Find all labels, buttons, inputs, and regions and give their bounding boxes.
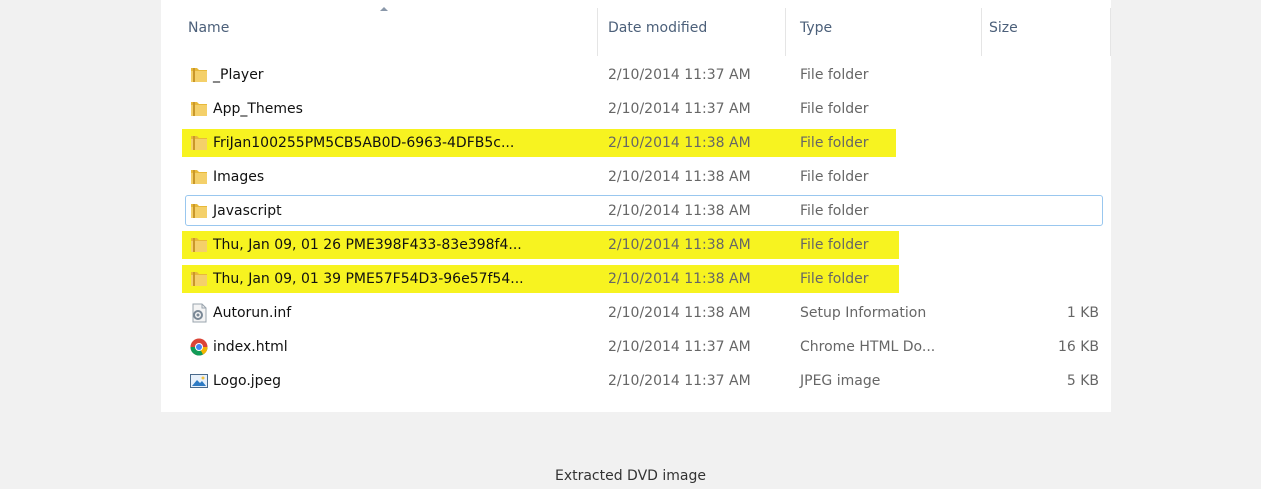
- file-name: Logo.jpeg: [213, 373, 282, 389]
- file-date: 2/10/2014 11:37 AM: [608, 339, 751, 355]
- settings-file-icon: [189, 303, 209, 323]
- folder-icon: [189, 133, 209, 153]
- file-date: 2/10/2014 11:37 AM: [608, 101, 751, 117]
- file-row-autorun[interactable]: Autorun.inf 2/10/2014 11:38 AM Setup Inf…: [161, 296, 1111, 330]
- column-divider[interactable]: [785, 8, 786, 56]
- file-type: Setup Information: [800, 305, 927, 321]
- sort-ascending-icon: [380, 7, 388, 11]
- file-name: index.html: [213, 339, 288, 355]
- file-type: Chrome HTML Do...: [800, 339, 936, 355]
- folder-icon: [189, 99, 209, 119]
- column-header-row: Name Date modified Type Size: [161, 0, 1111, 56]
- folder-icon: [189, 201, 209, 221]
- folder-icon: [189, 269, 209, 289]
- file-type: File folder: [800, 237, 869, 253]
- file-type: File folder: [800, 169, 869, 185]
- file-row-javascript[interactable]: Javascript 2/10/2014 11:38 AM File folde…: [161, 194, 1111, 228]
- file-date: 2/10/2014 11:38 AM: [608, 135, 751, 151]
- file-name: FriJan100255PM5CB5AB0D-6963-4DFB5c...: [213, 135, 515, 151]
- file-date: 2/10/2014 11:38 AM: [608, 203, 751, 219]
- file-row-thu-jan-0139[interactable]: Thu, Jan 09, 01 39 PME57F54D3-96e57f54..…: [161, 262, 1111, 296]
- file-name: Javascript: [213, 203, 282, 219]
- file-list-panel: Name Date modified Type Size _Player 2/1…: [161, 0, 1111, 412]
- column-divider[interactable]: [597, 8, 598, 56]
- image-file-icon: [189, 371, 209, 391]
- file-name: _Player: [213, 67, 264, 83]
- file-size: 5 KB: [1066, 373, 1099, 389]
- file-row-frijan[interactable]: FriJan100255PM5CB5AB0D-6963-4DFB5c... 2/…: [161, 126, 1111, 160]
- file-type: File folder: [800, 67, 869, 83]
- file-name: Images: [213, 169, 265, 185]
- column-header-name[interactable]: Name: [188, 20, 229, 36]
- file-row-index-html[interactable]: index.html 2/10/2014 11:37 AM Chrome HTM…: [161, 330, 1111, 364]
- file-row-logo-jpeg[interactable]: Logo.jpeg 2/10/2014 11:37 AM JPEG image …: [161, 364, 1111, 398]
- file-name: Thu, Jan 09, 01 26 PME398F433-83e398f4..…: [213, 237, 522, 253]
- folder-icon: [189, 235, 209, 255]
- file-date: 2/10/2014 11:37 AM: [608, 373, 751, 389]
- file-date: 2/10/2014 11:38 AM: [608, 169, 751, 185]
- file-name: Thu, Jan 09, 01 39 PME57F54D3-96e57f54..…: [213, 271, 524, 287]
- file-type: JPEG image: [800, 373, 881, 389]
- column-header-date-modified[interactable]: Date modified: [608, 20, 707, 36]
- chrome-icon: [189, 337, 209, 357]
- file-row-player[interactable]: _Player 2/10/2014 11:37 AM File folder: [161, 58, 1111, 92]
- column-header-size[interactable]: Size: [989, 20, 1018, 36]
- file-type: File folder: [800, 271, 869, 287]
- file-date: 2/10/2014 11:38 AM: [608, 237, 751, 253]
- file-date: 2/10/2014 11:38 AM: [608, 271, 751, 287]
- column-header-type[interactable]: Type: [800, 20, 832, 36]
- file-row-thu-jan-0126[interactable]: Thu, Jan 09, 01 26 PME398F433-83e398f4..…: [161, 228, 1111, 262]
- file-date: 2/10/2014 11:37 AM: [608, 67, 751, 83]
- file-date: 2/10/2014 11:38 AM: [608, 305, 751, 321]
- file-type: File folder: [800, 101, 869, 117]
- file-type: File folder: [800, 135, 869, 151]
- file-row-app-themes[interactable]: App_Themes 2/10/2014 11:37 AM File folde…: [161, 92, 1111, 126]
- file-name: App_Themes: [213, 101, 303, 117]
- file-size: 1 KB: [1066, 305, 1099, 321]
- folder-icon: [189, 65, 209, 85]
- image-caption: Extracted DVD image: [554, 468, 707, 484]
- column-divider: [1110, 8, 1111, 56]
- file-name: Autorun.inf: [213, 305, 292, 321]
- file-type: File folder: [800, 203, 869, 219]
- file-row-images[interactable]: Images 2/10/2014 11:38 AM File folder: [161, 160, 1111, 194]
- folder-icon: [189, 167, 209, 187]
- column-divider[interactable]: [981, 8, 982, 56]
- file-size: 16 KB: [1057, 339, 1099, 355]
